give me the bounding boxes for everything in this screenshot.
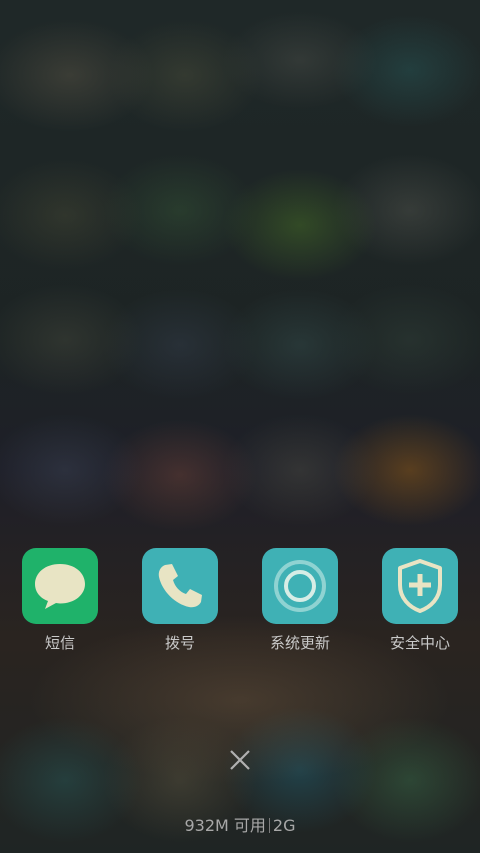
shortcut-label-messages: 短信 [44,634,75,652]
shortcut-row: 短信 拨号 系统更新 安全中心 [0,548,480,658]
phone-handset-icon [142,548,218,624]
shortcut-label-security-center: 安全中心 [389,634,450,652]
close-icon [230,750,250,770]
free-memory-text: 932M 可用 [184,816,266,835]
network-type-text: 2G [272,816,296,835]
shortcut-system-update[interactable]: 系统更新 [240,548,360,653]
update-ring-icon [262,548,338,624]
shortcut-dialer[interactable]: 拨号 [120,548,240,653]
memory-status: 932M 可用 2G [0,812,480,836]
shield-plus-icon [382,548,458,624]
status-divider [268,818,270,833]
shortcut-security-center[interactable]: 安全中心 [360,548,480,653]
close-button[interactable] [222,742,258,778]
message-bubble-icon [22,548,98,624]
shortcut-messages[interactable]: 短信 [0,548,120,653]
shortcut-label-system-update: 系统更新 [269,634,330,652]
shortcut-label-dialer: 拨号 [164,634,195,652]
blurred-home-background [0,0,480,853]
